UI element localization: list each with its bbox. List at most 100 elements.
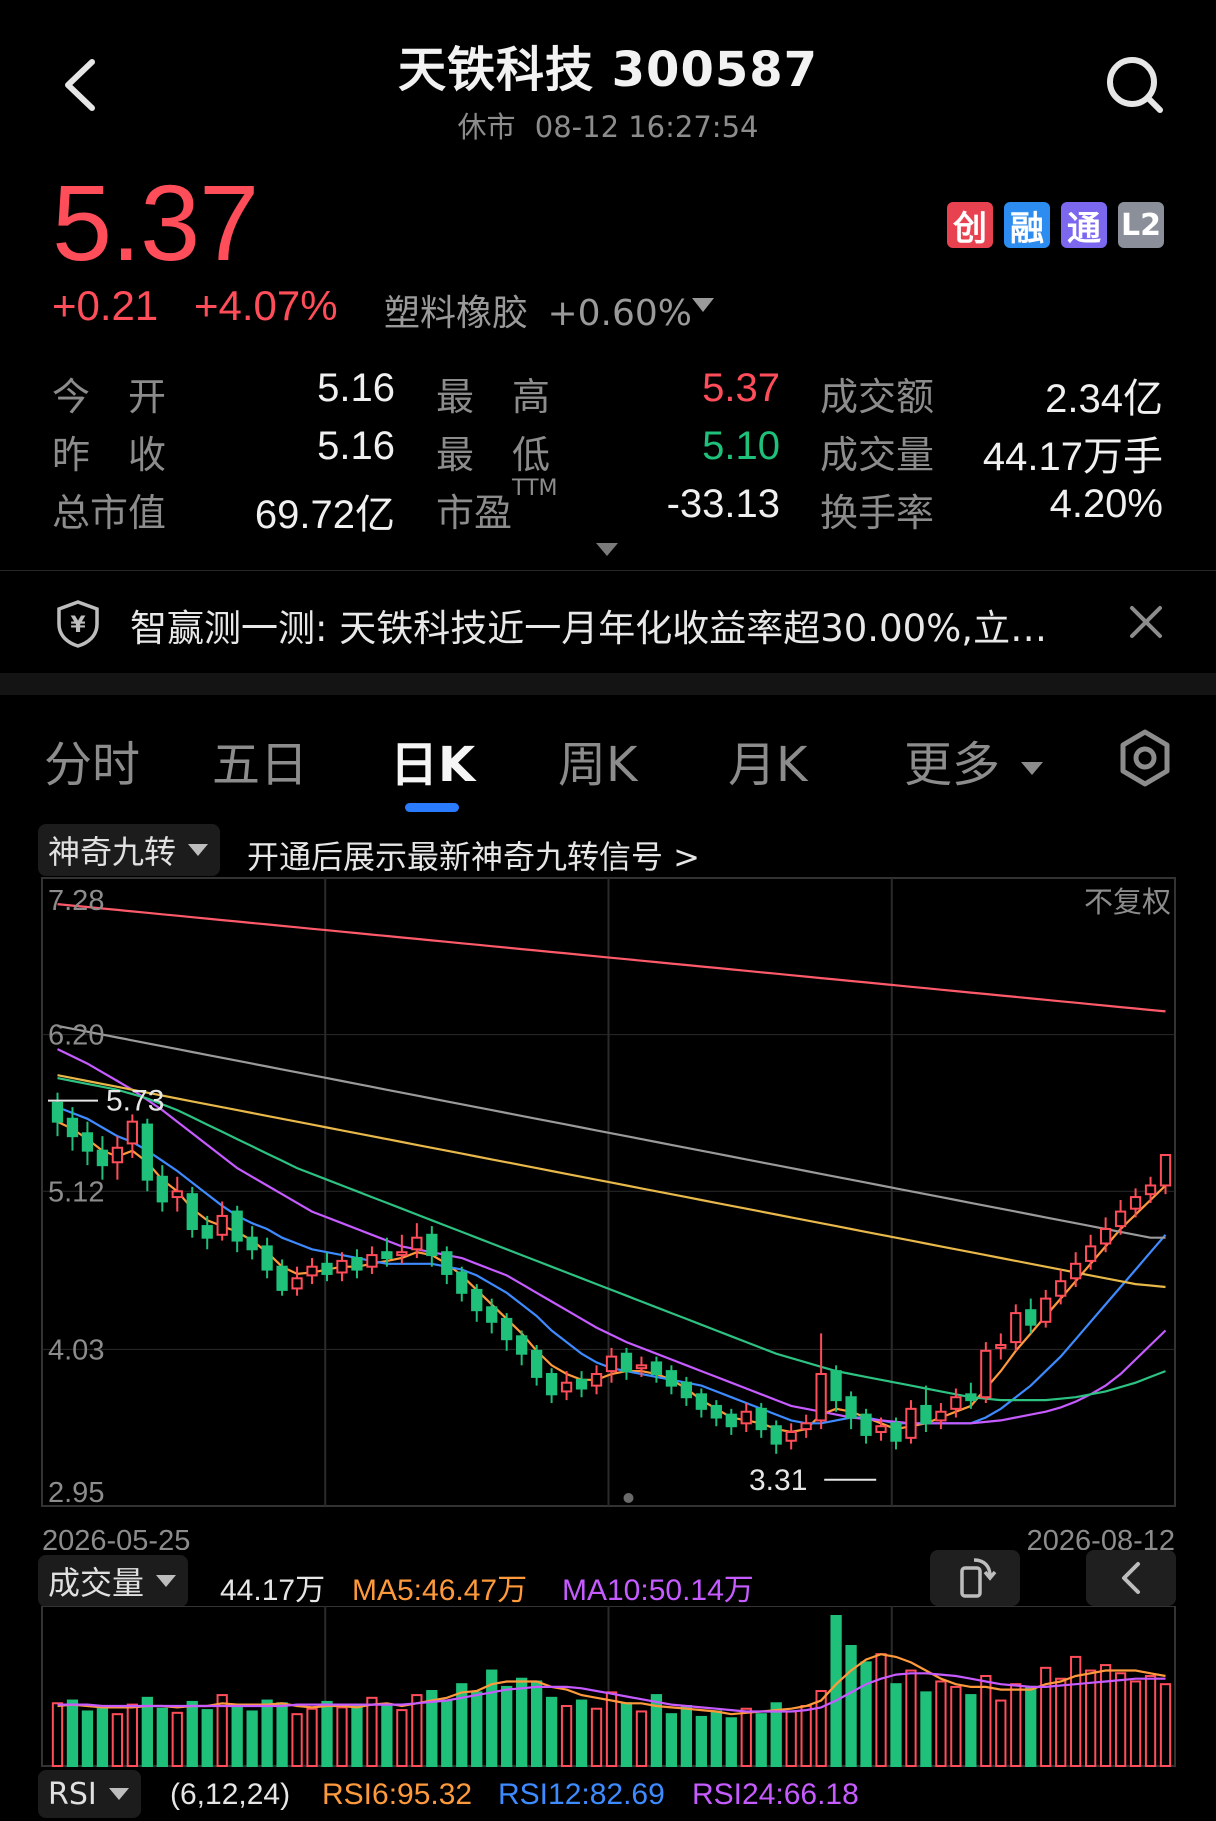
candle-body bbox=[860, 1413, 872, 1436]
industry-link[interactable]: 塑料橡胶 +0.60% bbox=[384, 284, 692, 336]
volume-bar bbox=[156, 1707, 168, 1767]
volume-bar bbox=[1055, 1677, 1067, 1767]
volume-bar bbox=[306, 1707, 318, 1767]
collapse-panel-button[interactable] bbox=[1086, 1550, 1176, 1606]
volume-bar bbox=[530, 1680, 543, 1767]
svg-text:¥: ¥ bbox=[70, 613, 86, 638]
candle-body bbox=[770, 1425, 782, 1445]
volume-bar bbox=[471, 1691, 483, 1767]
market-status-text: 休市 bbox=[457, 110, 516, 144]
volume-bar bbox=[111, 1713, 124, 1767]
candle-body bbox=[995, 1344, 1007, 1349]
volume-bar bbox=[980, 1675, 992, 1767]
badge-tong[interactable]: 通 bbox=[1061, 202, 1107, 249]
candle-body bbox=[830, 1370, 842, 1402]
candle-body bbox=[1085, 1245, 1097, 1262]
candle-body bbox=[81, 1132, 94, 1152]
volume-bar bbox=[171, 1711, 183, 1768]
badge-chuang[interactable]: 创 bbox=[947, 202, 993, 249]
volume-bar bbox=[905, 1669, 917, 1767]
shield-yuan-icon: ¥ bbox=[57, 600, 99, 648]
candle-body bbox=[336, 1259, 348, 1274]
candle-body bbox=[471, 1288, 483, 1312]
volume-bar bbox=[965, 1694, 977, 1767]
volume-bar bbox=[81, 1710, 94, 1767]
volume-bar bbox=[336, 1706, 348, 1768]
candle-body bbox=[680, 1381, 693, 1399]
pe-label: 市盈TTM bbox=[436, 476, 558, 537]
pe-label-text: 市盈 bbox=[436, 491, 513, 535]
volume-bar bbox=[560, 1705, 573, 1767]
industry-dropdown-icon[interactable] bbox=[692, 298, 714, 312]
indicator-dropdown[interactable]: RSI bbox=[38, 1770, 141, 1818]
badge-l2[interactable]: L2 bbox=[1118, 202, 1164, 248]
candle-body bbox=[575, 1378, 588, 1390]
ma-line bbox=[57, 1120, 1167, 1434]
signal-dropdown[interactable]: 神奇九转 bbox=[38, 824, 221, 876]
candle-body bbox=[216, 1214, 228, 1236]
turnover-label: 换手率 bbox=[820, 491, 935, 535]
tab-weekly-k[interactable]: 周K bbox=[558, 725, 637, 795]
badge-rong[interactable]: 融 bbox=[1004, 202, 1050, 249]
close-banner-button[interactable] bbox=[1124, 600, 1168, 644]
candle-body bbox=[530, 1349, 543, 1378]
tab-five-day[interactable]: 五日 bbox=[212, 725, 308, 795]
candle-body bbox=[456, 1271, 468, 1294]
current-price: 5.37 bbox=[52, 162, 259, 283]
candle-body bbox=[1040, 1297, 1052, 1323]
volume-bar bbox=[351, 1703, 363, 1767]
rsi24-value: RSI24:66.18 bbox=[692, 1778, 859, 1811]
chart-settings-button[interactable] bbox=[1115, 728, 1175, 788]
rotate-screen-button[interactable] bbox=[930, 1550, 1020, 1606]
volume-bar bbox=[710, 1710, 722, 1767]
volume-bar bbox=[141, 1696, 153, 1767]
tab-more[interactable]: 更多 bbox=[904, 725, 1044, 795]
chevron-down-icon bbox=[188, 844, 209, 856]
y-axis-label: 6.20 bbox=[48, 1020, 104, 1052]
adjust-mode-label: 不复权 bbox=[1084, 885, 1171, 919]
candle-body bbox=[1025, 1309, 1037, 1326]
expand-stats-icon[interactable] bbox=[596, 543, 618, 556]
candle-body bbox=[261, 1245, 273, 1271]
candle-body bbox=[815, 1373, 827, 1422]
volume-bar bbox=[1070, 1655, 1082, 1768]
search-icon bbox=[1107, 57, 1163, 113]
tab-daily-k[interactable]: 日K bbox=[390, 725, 475, 795]
volume-dropdown[interactable]: 成交量 bbox=[38, 1555, 189, 1607]
candle-body bbox=[965, 1393, 977, 1402]
candle-body bbox=[665, 1370, 678, 1387]
candle-body bbox=[1070, 1262, 1082, 1280]
candle-body bbox=[126, 1120, 138, 1145]
low-label: 最 低 bbox=[436, 433, 551, 477]
candle-body bbox=[725, 1413, 737, 1428]
gear-icon bbox=[1120, 729, 1170, 787]
volume-bar bbox=[231, 1705, 243, 1767]
volume-bar bbox=[501, 1685, 513, 1767]
candle-body bbox=[351, 1256, 363, 1271]
candle-body bbox=[291, 1277, 303, 1290]
candle-body bbox=[545, 1373, 558, 1396]
rsi6-value: RSI6:95.32 bbox=[322, 1778, 473, 1811]
candle-body bbox=[396, 1251, 408, 1257]
volume-bar bbox=[381, 1705, 393, 1767]
volume-bar bbox=[695, 1715, 707, 1767]
volume-bar bbox=[1144, 1675, 1157, 1767]
search-button[interactable] bbox=[1100, 50, 1170, 120]
candle-body bbox=[920, 1404, 932, 1425]
chevron-left-icon bbox=[1122, 1562, 1140, 1594]
prev-close-label: 昨 收 bbox=[52, 433, 167, 477]
candle-body bbox=[710, 1404, 722, 1419]
volume-value: 44.17万手 bbox=[982, 435, 1163, 479]
candle-body bbox=[590, 1373, 603, 1387]
max-price-marker: 5.73 bbox=[106, 1085, 164, 1118]
candle-body bbox=[1129, 1196, 1142, 1210]
candle-body bbox=[426, 1233, 438, 1257]
volume-bar bbox=[516, 1677, 528, 1767]
tab-more-label: 更多 bbox=[904, 737, 1001, 793]
volume-bar bbox=[605, 1691, 618, 1767]
tab-monthly-k[interactable]: 月K bbox=[728, 725, 807, 795]
volume-bar bbox=[635, 1710, 648, 1767]
candlestick-chart[interactable]: 7.28 6.20 5.12 4.03 2.95 不复权 5.73 3.31 2026-05-2… bbox=[0, 870, 1216, 1550]
volume-chart[interactable] bbox=[0, 1606, 1216, 1770]
tab-intraday[interactable]: 分时 bbox=[44, 725, 140, 795]
